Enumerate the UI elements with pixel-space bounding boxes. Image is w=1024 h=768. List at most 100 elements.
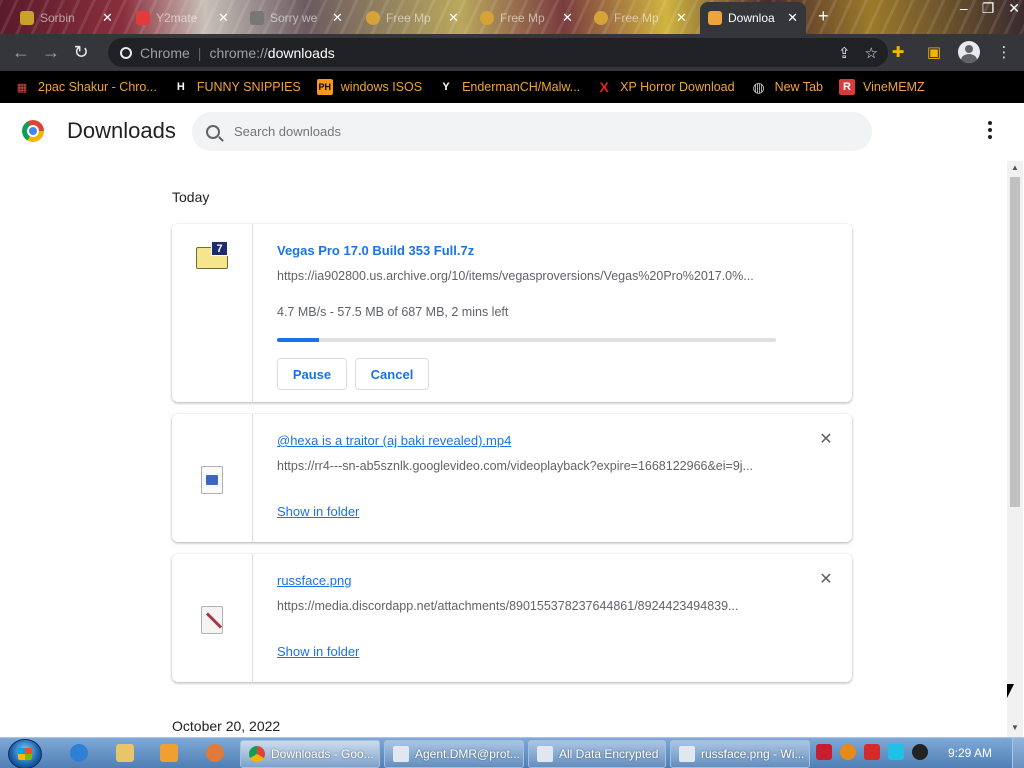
remove-from-list-icon[interactable]: ✕ [819, 572, 833, 588]
image-viewer-icon [679, 746, 695, 762]
tab-favicon-icon [250, 11, 264, 25]
tray-v-icon[interactable] [816, 744, 832, 760]
file-url[interactable]: https://media.discordapp.net/attachments… [277, 599, 777, 613]
restore-icon[interactable]: ❐ [982, 0, 995, 17]
internet-explorer-icon[interactable] [70, 744, 88, 762]
bookmark-new-tab[interactable]: ◍ New Tab [751, 79, 823, 95]
bookmark-endermanch[interactable]: Y EndermanCH/Malw... [438, 79, 580, 95]
bookmark-2pac[interactable]: ▦ 2pac Shakur - Chro... [14, 79, 157, 95]
system-tray [816, 744, 928, 760]
extensions-puzzle-icon[interactable]: ✚ [886, 40, 910, 64]
reload-icon[interactable]: ↻ [66, 38, 96, 68]
download-card: 7 Vegas Pro 17.0 Build 353 Full.7z https… [172, 224, 852, 402]
date-heading: October 20, 2022 [172, 718, 281, 734]
minimize-icon[interactable]: – [960, 0, 968, 17]
taskbar-item-downloads[interactable]: Downloads - Goo... [240, 740, 380, 768]
bookmark-label: XP Horror Download [620, 80, 735, 94]
chrome-site-icon [120, 46, 132, 59]
share-icon[interactable]: ⇪ [838, 44, 851, 62]
taskbar-item-agent[interactable]: Agent.DMR@prot... [384, 740, 524, 768]
system-clock[interactable]: 9:29 AM [948, 746, 992, 760]
tab-free-mp-3[interactable]: Free Mp ✕ [586, 4, 695, 32]
file-name[interactable]: @hexa is a traitor (aj baki revealed).mp… [277, 433, 511, 448]
download-card: @hexa is a traitor (aj baki revealed).mp… [172, 414, 852, 542]
menu-kebab-icon[interactable]: ⋮ [992, 40, 1016, 64]
tab-close-icon[interactable]: ✕ [102, 10, 113, 26]
show-in-folder-link[interactable]: Show in folder [277, 644, 359, 659]
close-window-icon[interactable]: ✕ [1008, 0, 1020, 17]
tab-close-icon[interactable]: ✕ [562, 10, 573, 26]
tab-sorry[interactable]: Sorry we ✕ [242, 4, 351, 32]
toolbar: ← → ↻ Chrome | chrome:// downloads ⇪ ☆ ✚… [0, 34, 1024, 71]
forward-icon[interactable]: → [36, 38, 66, 68]
tab-close-icon[interactable]: ✕ [676, 10, 687, 26]
tab-title: Free Mp [500, 11, 545, 25]
file-icon-column [172, 414, 253, 542]
tab-close-icon[interactable]: ✕ [787, 10, 798, 26]
bookmark-vinememz[interactable]: R VineMEMZ [839, 79, 925, 95]
media-player-icon[interactable] [160, 744, 178, 762]
scroll-up-arrow-icon[interactable]: ▲ [1011, 163, 1019, 172]
file-explorer-icon[interactable] [116, 744, 134, 762]
search-input[interactable] [234, 124, 834, 139]
taskbar-item-label: All Data Encrypted [559, 747, 659, 761]
file-url[interactable]: https://rr4---sn-ab5sznlk.googlevideo.co… [277, 459, 777, 473]
show-in-folder-link[interactable]: Show in folder [277, 504, 359, 519]
bookmark-xp-horror[interactable]: X XP Horror Download [596, 79, 735, 95]
taskbar-item-encrypted[interactable]: All Data Encrypted [528, 740, 666, 768]
file-icon-column [172, 554, 253, 682]
tab-sorbin[interactable]: Sorbin ✕ [12, 4, 121, 32]
tab-title: Y2mate [156, 11, 198, 25]
tab-close-icon[interactable]: ✕ [332, 10, 343, 26]
scroll-thumb[interactable] [1010, 177, 1020, 507]
start-button[interactable] [8, 739, 42, 768]
window-controls: – ❐ ✕ [960, 0, 1020, 17]
cancel-button[interactable]: Cancel [355, 358, 429, 390]
file-name[interactable]: russface.png [277, 573, 351, 588]
search-bar[interactable] [192, 112, 872, 151]
progress-bar [277, 338, 776, 342]
omnibox-actions: ⇪ ☆ [838, 44, 878, 62]
new-tab-button[interactable]: + [818, 6, 829, 27]
profile-avatar[interactable] [958, 41, 980, 63]
download-favicon-icon [708, 11, 722, 25]
tab-free-mp-1[interactable]: Free Mp ✕ [358, 4, 467, 32]
tray-search-icon[interactable] [840, 744, 856, 760]
tray-display-icon[interactable] [888, 744, 904, 760]
bookmark-windows-isos[interactable]: PH windows ISOS [316, 79, 422, 95]
search-icon [206, 124, 220, 139]
app-shortcut-icon[interactable] [206, 744, 224, 762]
bookmark-funny-snippies[interactable]: H FUNNY SNIPPIES [173, 79, 301, 95]
globe-icon: ◍ [752, 78, 765, 95]
file-url[interactable]: https://ia902800.us.archive.org/10/items… [277, 269, 777, 283]
address-bar[interactable]: Chrome | chrome:// downloads ⇪ ☆ [108, 38, 888, 67]
back-icon[interactable]: ← [6, 38, 36, 68]
scrollbar[interactable]: ▲ ▼ [1007, 161, 1023, 737]
r-logo-icon: R [839, 79, 855, 95]
file-name[interactable]: Vegas Pro 17.0 Build 353 Full.7z [277, 243, 474, 258]
bookmark-star-icon[interactable]: ☆ [865, 44, 878, 62]
scroll-down-arrow-icon[interactable]: ▼ [1011, 723, 1019, 732]
taskbar-item-label: Agent.DMR@prot... [415, 747, 520, 761]
taskbar-item-label: russface.png - Wi... [701, 747, 805, 761]
tab-downloads[interactable]: Downloa ✕ [700, 2, 806, 34]
tab-close-icon[interactable]: ✕ [448, 10, 459, 26]
x-logo-icon: X [599, 79, 609, 95]
tab-close-icon[interactable]: ✕ [218, 10, 229, 26]
tab-title: Sorbin [40, 11, 75, 25]
mouse-cursor-icon [1007, 684, 1014, 698]
taskbar-item-russface[interactable]: russface.png - Wi... [670, 740, 810, 768]
tray-flag-icon[interactable] [864, 744, 880, 760]
window-icon [393, 746, 409, 762]
side-panel-icon[interactable]: ▣ [922, 40, 946, 64]
more-actions-icon[interactable] [984, 121, 996, 141]
yp-logo-icon: Y [442, 81, 450, 93]
pause-button[interactable]: Pause [277, 358, 347, 390]
download-card: russface.png ✕ https://media.discordapp.… [172, 554, 852, 682]
tab-y2mate[interactable]: Y2mate ✕ [128, 4, 237, 32]
tab-strip: Sorbin ✕ Y2mate ✕ Sorry we ✕ Free Mp ✕ F… [0, 0, 1024, 34]
show-desktop-button[interactable] [1012, 738, 1024, 768]
tab-free-mp-2[interactable]: Free Mp ✕ [472, 4, 581, 32]
tray-volume-icon[interactable] [912, 744, 928, 760]
remove-from-list-icon[interactable]: ✕ [819, 432, 833, 448]
